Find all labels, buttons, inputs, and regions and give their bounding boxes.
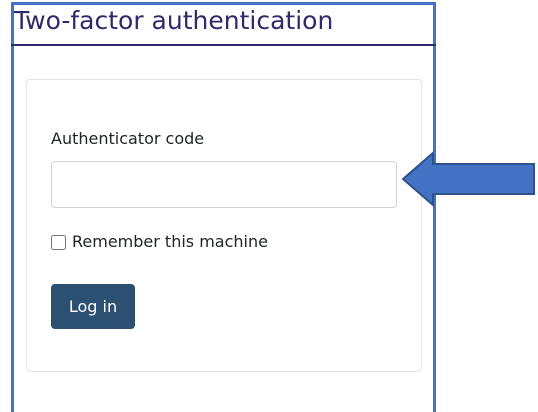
log-in-button[interactable]: Log in <box>51 284 135 329</box>
authenticator-code-label: Authenticator code <box>51 129 205 148</box>
remember-machine-row[interactable]: Remember this machine <box>51 230 268 254</box>
page-title: Two-factor authentication <box>14 6 334 35</box>
left-arrow-icon <box>401 150 535 208</box>
authenticator-code-input[interactable] <box>51 161 397 208</box>
remember-machine-label[interactable]: Remember this machine <box>72 231 268 253</box>
title-divider <box>11 44 436 46</box>
remember-machine-checkbox[interactable] <box>51 234 66 250</box>
arrow-shape <box>401 150 535 208</box>
